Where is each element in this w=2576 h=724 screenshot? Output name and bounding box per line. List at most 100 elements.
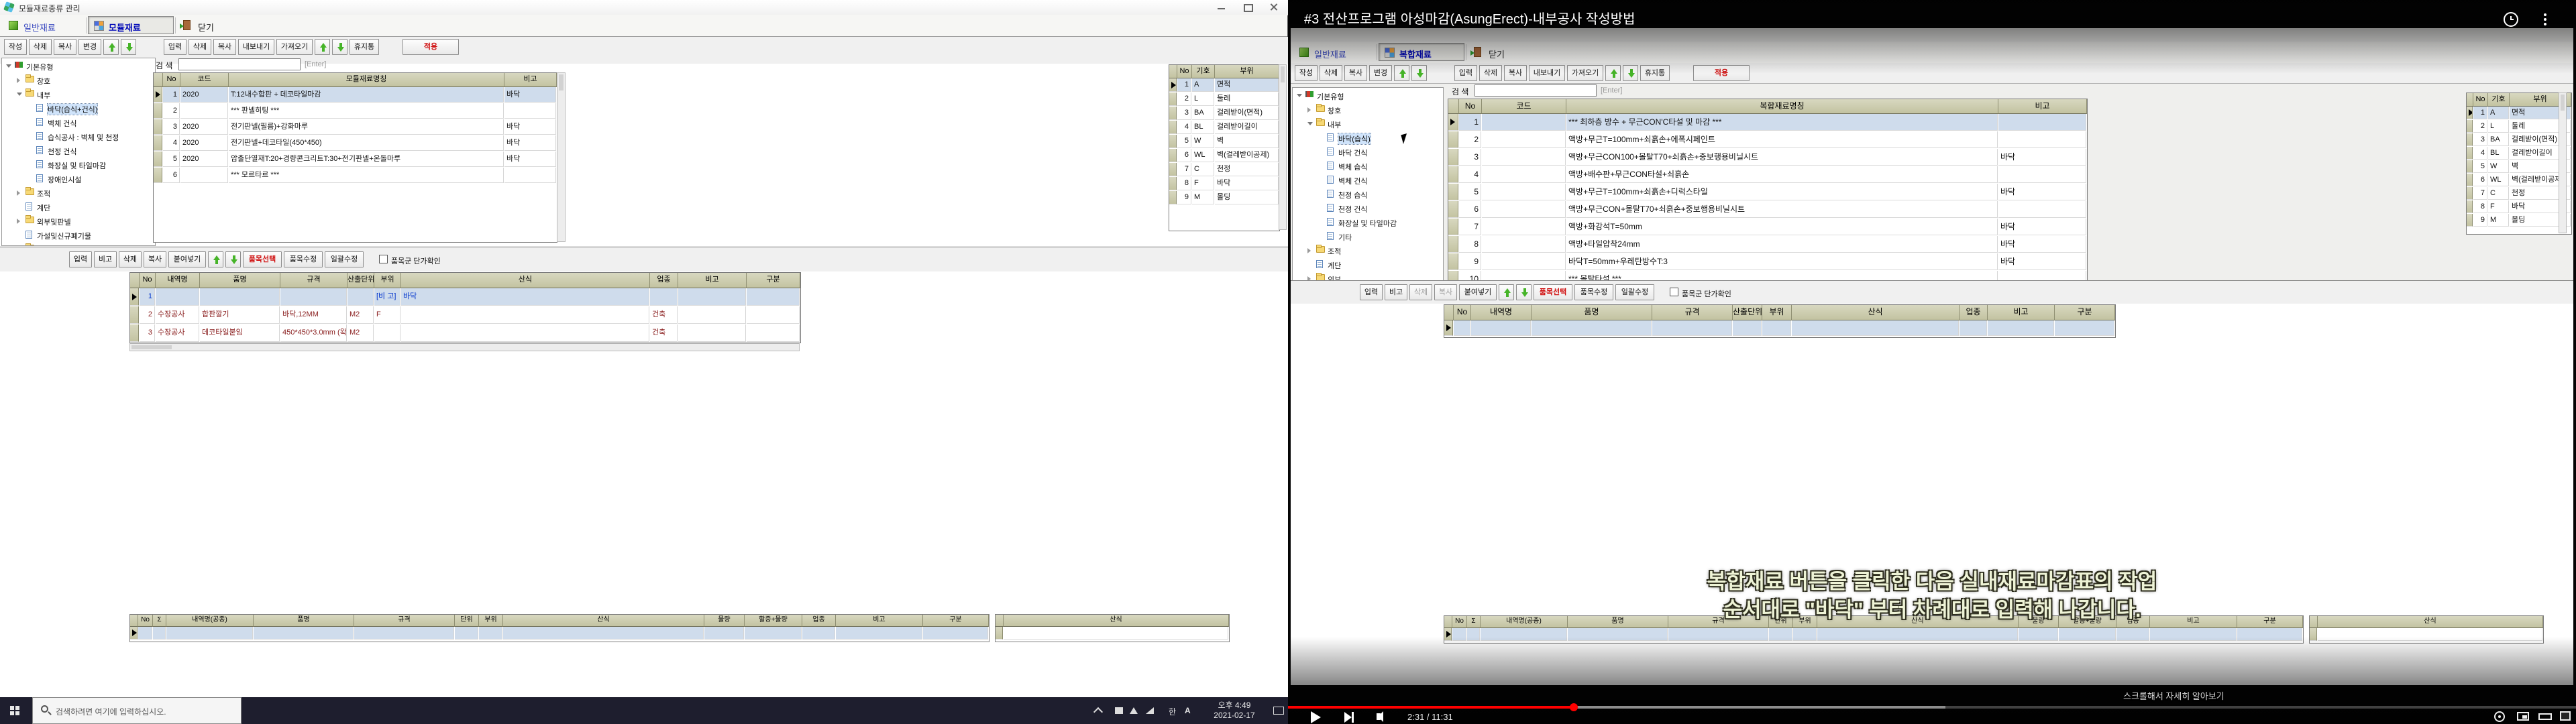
table-row[interactable]: 2L둘레 [2467,120,2571,133]
edit-toolbar-button[interactable]: 비고 [1385,284,1407,300]
table-row[interactable]: 32020전기판넬(필름)+강화마루바닥 [154,119,557,135]
tree-item[interactable]: 조적 [1293,244,1442,257]
table-row[interactable]: 8F바닥 [2467,200,2571,214]
toolbar-button[interactable]: 입력 [1454,65,1477,81]
close-button[interactable] [1261,0,1287,14]
tree-item[interactable]: 조적 [2,186,154,200]
tree-item[interactable]: 창호 [1293,103,1442,117]
toolbar-button[interactable]: 내보내기 [238,39,274,55]
tree-item[interactable]: 벽체 건식 [1293,174,1442,187]
row-up-button[interactable] [208,251,223,267]
toolbar-button[interactable]: 작성 [4,39,27,55]
watch-later-icon[interactable] [2504,12,2518,27]
table-row[interactable] [996,627,1229,640]
row-up-button[interactable] [1499,284,1514,300]
toolbar-button[interactable]: 삭제 [1479,65,1502,81]
expand-icon[interactable] [17,219,20,224]
tree-item[interactable]: 벽체 건식 [2,116,154,129]
tree-item[interactable]: 천정 건식 [2,144,154,158]
table-row[interactable]: 2액방+무근T=100mm+쇠흙손+에폭시페인트 [1448,131,2087,149]
minimize-button[interactable] [1209,0,1234,14]
expand-icon[interactable] [1307,107,1311,113]
toolbar-button[interactable]: 작성 [1295,65,1318,81]
table-row[interactable]: 2L둘레 [1169,93,1279,107]
table-row[interactable]: 1*** 최하층 방수 + 무근CON'C타설 및 마감 *** [1448,114,2087,131]
video-menu-icon[interactable] [2544,13,2546,16]
table-row[interactable]: 9바닥T=50mm+우레탄방수T:3바닥 [1448,253,2087,271]
item-edit-button[interactable]: 품목수정 [284,251,323,267]
toolbar-button[interactable]: 변경 [78,39,101,55]
move-down-button[interactable] [1411,65,1427,81]
table-row[interactable]: 42020전기판넬+데코타일(450*450)바닥 [154,135,557,152]
edit-toolbar-button[interactable]: 붙여넣기 [1459,284,1497,300]
tab-module-materials[interactable]: 복합재료 [1379,43,1464,61]
video-app-search-input[interactable] [1474,84,1597,97]
item-edit-button[interactable]: 일괄수정 [1615,284,1654,300]
toolbar-button[interactable]: 복사 [1344,65,1367,81]
table-row[interactable]: 7C천정 [2467,187,2571,200]
taskbar-search-input[interactable]: 검색하려면 여기에 입력하십시오. [32,697,241,724]
table-row[interactable]: 1[비 고]바닥 [130,288,800,306]
table-row[interactable]: 5W벽 [2467,160,2571,174]
tree-item[interactable]: 외부및판넬 [2,215,154,228]
row-down-button[interactable] [1516,284,1532,300]
table-row[interactable] [130,627,989,640]
table-row[interactable]: 1A면적 [1169,78,1279,93]
tab-close[interactable]: 닫기 [1468,43,1527,61]
move-down-button2[interactable] [332,39,347,55]
trash-button[interactable]: 휴지통 [1640,65,1670,81]
table-row[interactable]: 7액방+화강석T=50mm바닥 [1448,219,2087,236]
toolbar-button[interactable]: 가져오기 [276,39,313,55]
tree-item[interactable]: 계단 [1293,258,1442,272]
table-row[interactable]: 6*** 모르타르 *** [154,168,557,184]
collapse-icon[interactable] [1307,122,1313,125]
tree-item[interactable]: 기본유형 [1293,89,1442,103]
symbol-grid-scrollbar[interactable] [1279,64,1287,230]
table-row[interactable]: 4액방+배수판+무근CON타설+쇠흙손 [1448,166,2087,184]
tray-volume-icon[interactable] [1130,707,1138,714]
video-symbol-grid-scrollbar[interactable] [2559,93,2567,233]
ime-mode-indicator[interactable]: A [1185,706,1191,715]
move-up-button[interactable] [103,39,119,55]
expand-icon[interactable] [17,78,20,83]
toolbar-button[interactable]: 변경 [1369,65,1392,81]
notification-center-icon[interactable] [1273,707,1284,715]
video-progress-bar[interactable] [1288,706,2576,709]
item-select-button[interactable]: 품목선택 [1534,284,1572,300]
toolbar-button[interactable]: 입력 [164,39,186,55]
move-up-button2[interactable] [1605,65,1621,81]
play-button[interactable] [1311,711,1321,723]
theater-mode-icon[interactable] [2538,713,2552,720]
expand-icon[interactable] [1307,248,1311,253]
table-row[interactable]: 3수장공사데코타일붙임450*450*3.0mm (왁스무)M2건축 [130,324,800,343]
tray-network-icon[interactable] [1146,707,1154,714]
toolbar-button[interactable]: 가져오기 [1567,65,1603,81]
edit-toolbar-button[interactable]: 복사 [1434,284,1457,300]
tab-general-materials[interactable]: 일반재료 [1293,43,1375,61]
tree-item[interactable]: 토공 [2,243,154,246]
table-row[interactable]: 52020압출단열재T:20+경량콘크리트T:30+전기판넬+온돌마루바닥 [154,152,557,168]
table-row[interactable]: 3액방+무근CON100+몰탈T70+쇠흙손+중보행용비닐시트바닥 [1448,149,2087,166]
tree-item[interactable]: 창호 [2,74,154,87]
tree-item[interactable]: 천정 습식 [1293,188,1442,201]
collapse-icon[interactable] [17,93,22,96]
table-row[interactable]: 4BL걸레받이길이 [2467,147,2571,160]
item-select-button[interactable]: 품목선택 [243,251,282,267]
tree-item[interactable]: 천정 건식 [1293,202,1442,215]
table-row[interactable]: 9M몰딩 [1169,191,1279,205]
tab-module-materials[interactable]: 모듈재료 [88,16,174,34]
tree-item[interactable]: 습식공사 : 벽체 및 천정 [2,130,154,143]
tree-item[interactable]: 바닥(습식+건식) [2,102,154,115]
apply-button[interactable]: 적용 [402,39,459,55]
tree-item[interactable]: 가설및신규폐기물 [2,229,154,242]
move-down-button[interactable] [121,39,136,55]
table-row[interactable]: 5액방+무근T=100mm+쇠흙손+디럭스타일바닥 [1448,184,2087,201]
edit-toolbar-button[interactable]: 입력 [69,251,92,267]
volume-icon[interactable] [1377,713,1381,720]
tree-item[interactable]: 장애인시설 [2,172,154,186]
tab-general-materials[interactable]: 일반재료 [3,16,85,34]
collapse-icon[interactable] [1297,94,1302,97]
toolbar-button[interactable]: 복사 [213,39,236,55]
tree-item[interactable]: 화장실 및 타일마감 [1293,216,1442,229]
items-price-check-checkbox[interactable] [379,255,388,263]
